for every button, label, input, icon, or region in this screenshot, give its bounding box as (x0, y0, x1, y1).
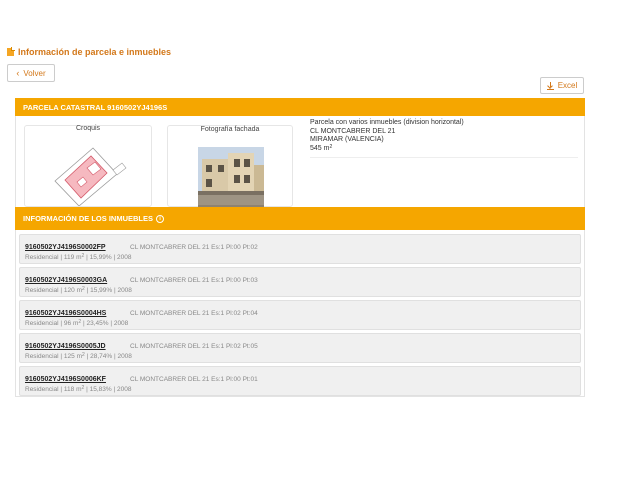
inmueble-address: CL MONTCABRER DEL 21 Es:1 Pl:02 Pt:05 (130, 343, 258, 350)
inmuebles-title: INFORMACIÓN DE LOS INMUEBLES (23, 214, 154, 223)
inmueble-address: CL MONTCABRER DEL 21 Es:1 Pl:00 Pt:03 (130, 277, 258, 284)
inmueble-meta: Residencial | 125 m2 | 28,74% | 2008 (25, 352, 132, 361)
excel-button-label: Excel (557, 81, 578, 90)
inmueble-meta: Residencial | 96 m2 | 23,45% | 2008 (25, 319, 129, 328)
inmueble-ref-link[interactable]: 9160502YJ4196S0005JD (25, 343, 106, 350)
parcel-surface: 545 m2 (310, 143, 333, 152)
document-icon (7, 47, 15, 56)
parcel-divider (310, 157, 578, 158)
download-icon (546, 81, 554, 90)
inmuebles-section-header: INFORMACIÓN DE LOS INMUEBLES i (15, 207, 585, 230)
parcel-section-header: PARCELA CATASTRAL 9160502YJ4196S (15, 98, 585, 116)
inmueble-row[interactable]: 9160502YJ4196S0006KF CL MONTCABRER DEL 21… (19, 366, 581, 396)
parcel-title: PARCELA CATASTRAL 9160502YJ4196S (23, 102, 168, 112)
facade-photo-label: Fotografía fachada (200, 126, 260, 133)
inmueble-meta: Residencial | 118 m2 | 15,83% | 2008 (25, 385, 132, 394)
croquis-thumbnail[interactable]: Croquis (24, 125, 152, 207)
inmueble-row[interactable]: 9160502YJ4196S0005JD CL MONTCABRER DEL 21… (19, 333, 581, 363)
inmueble-row[interactable]: 9160502YJ4196S0002FP CL MONTCABRER DEL 21… (19, 234, 581, 264)
info-icon[interactable]: i (156, 214, 165, 223)
excel-export-button[interactable]: Excel (540, 77, 584, 94)
parcel-description: Parcela con varios inmuebles (division h… (310, 119, 464, 126)
inmueble-ref-link[interactable]: 9160502YJ4196S0004HS (25, 310, 106, 317)
page-title: Información de parcela e inmuebles (18, 47, 172, 57)
inmueble-ref-link[interactable]: 9160502YJ4196S0002FP (25, 244, 106, 251)
inmueble-meta: Residencial | 119 m2 | 15,99% | 2008 (25, 253, 132, 262)
inmueble-meta: Residencial | 120 m2 | 15,99% | 2008 (25, 286, 132, 295)
facade-photo-thumbnail[interactable]: Fotografía fachada (167, 125, 293, 213)
parcel-details: Parcela con varios inmuebles (division h… (310, 119, 578, 158)
croquis-label: Croquis (75, 125, 101, 132)
chevron-left-icon: ‹ (16, 67, 20, 78)
croquis-sketch-image (54, 147, 127, 207)
back-button-label: Volver (23, 68, 46, 78)
parcel-locality: MIRAMAR (VALENCIA) (310, 136, 384, 143)
inmueble-ref-link[interactable]: 9160502YJ4196S0003GA (25, 277, 107, 284)
inmueble-address: CL MONTCABRER DEL 21 Es:1 Pl:02 Pt:04 (130, 310, 258, 317)
facade-photo-image (198, 147, 264, 213)
inmueble-row[interactable]: 9160502YJ4196S0003GA CL MONTCABRER DEL 21… (19, 267, 581, 297)
page-header: Información de parcela e inmuebles (7, 47, 171, 57)
parcel-address: CL MONTCABRER DEL 21 (310, 127, 396, 135)
inmueble-ref-link[interactable]: 9160502YJ4196S0006KF (25, 376, 106, 383)
inmueble-address: CL MONTCABRER DEL 21 Es:1 Pl:00 Pt:02 (130, 244, 258, 251)
parcel-panel: Croquis Fotografía fachada Parcela con v… (15, 116, 585, 213)
back-button[interactable]: ‹ Volver (7, 64, 55, 82)
inmueble-address: CL MONTCABRER DEL 21 Es:1 Pl:00 Pt:01 (130, 376, 258, 383)
inmueble-row[interactable]: 9160502YJ4196S0004HS CL MONTCABRER DEL 21… (19, 300, 581, 330)
inmuebles-list: 9160502YJ4196S0002FP CL MONTCABRER DEL 21… (15, 230, 585, 397)
